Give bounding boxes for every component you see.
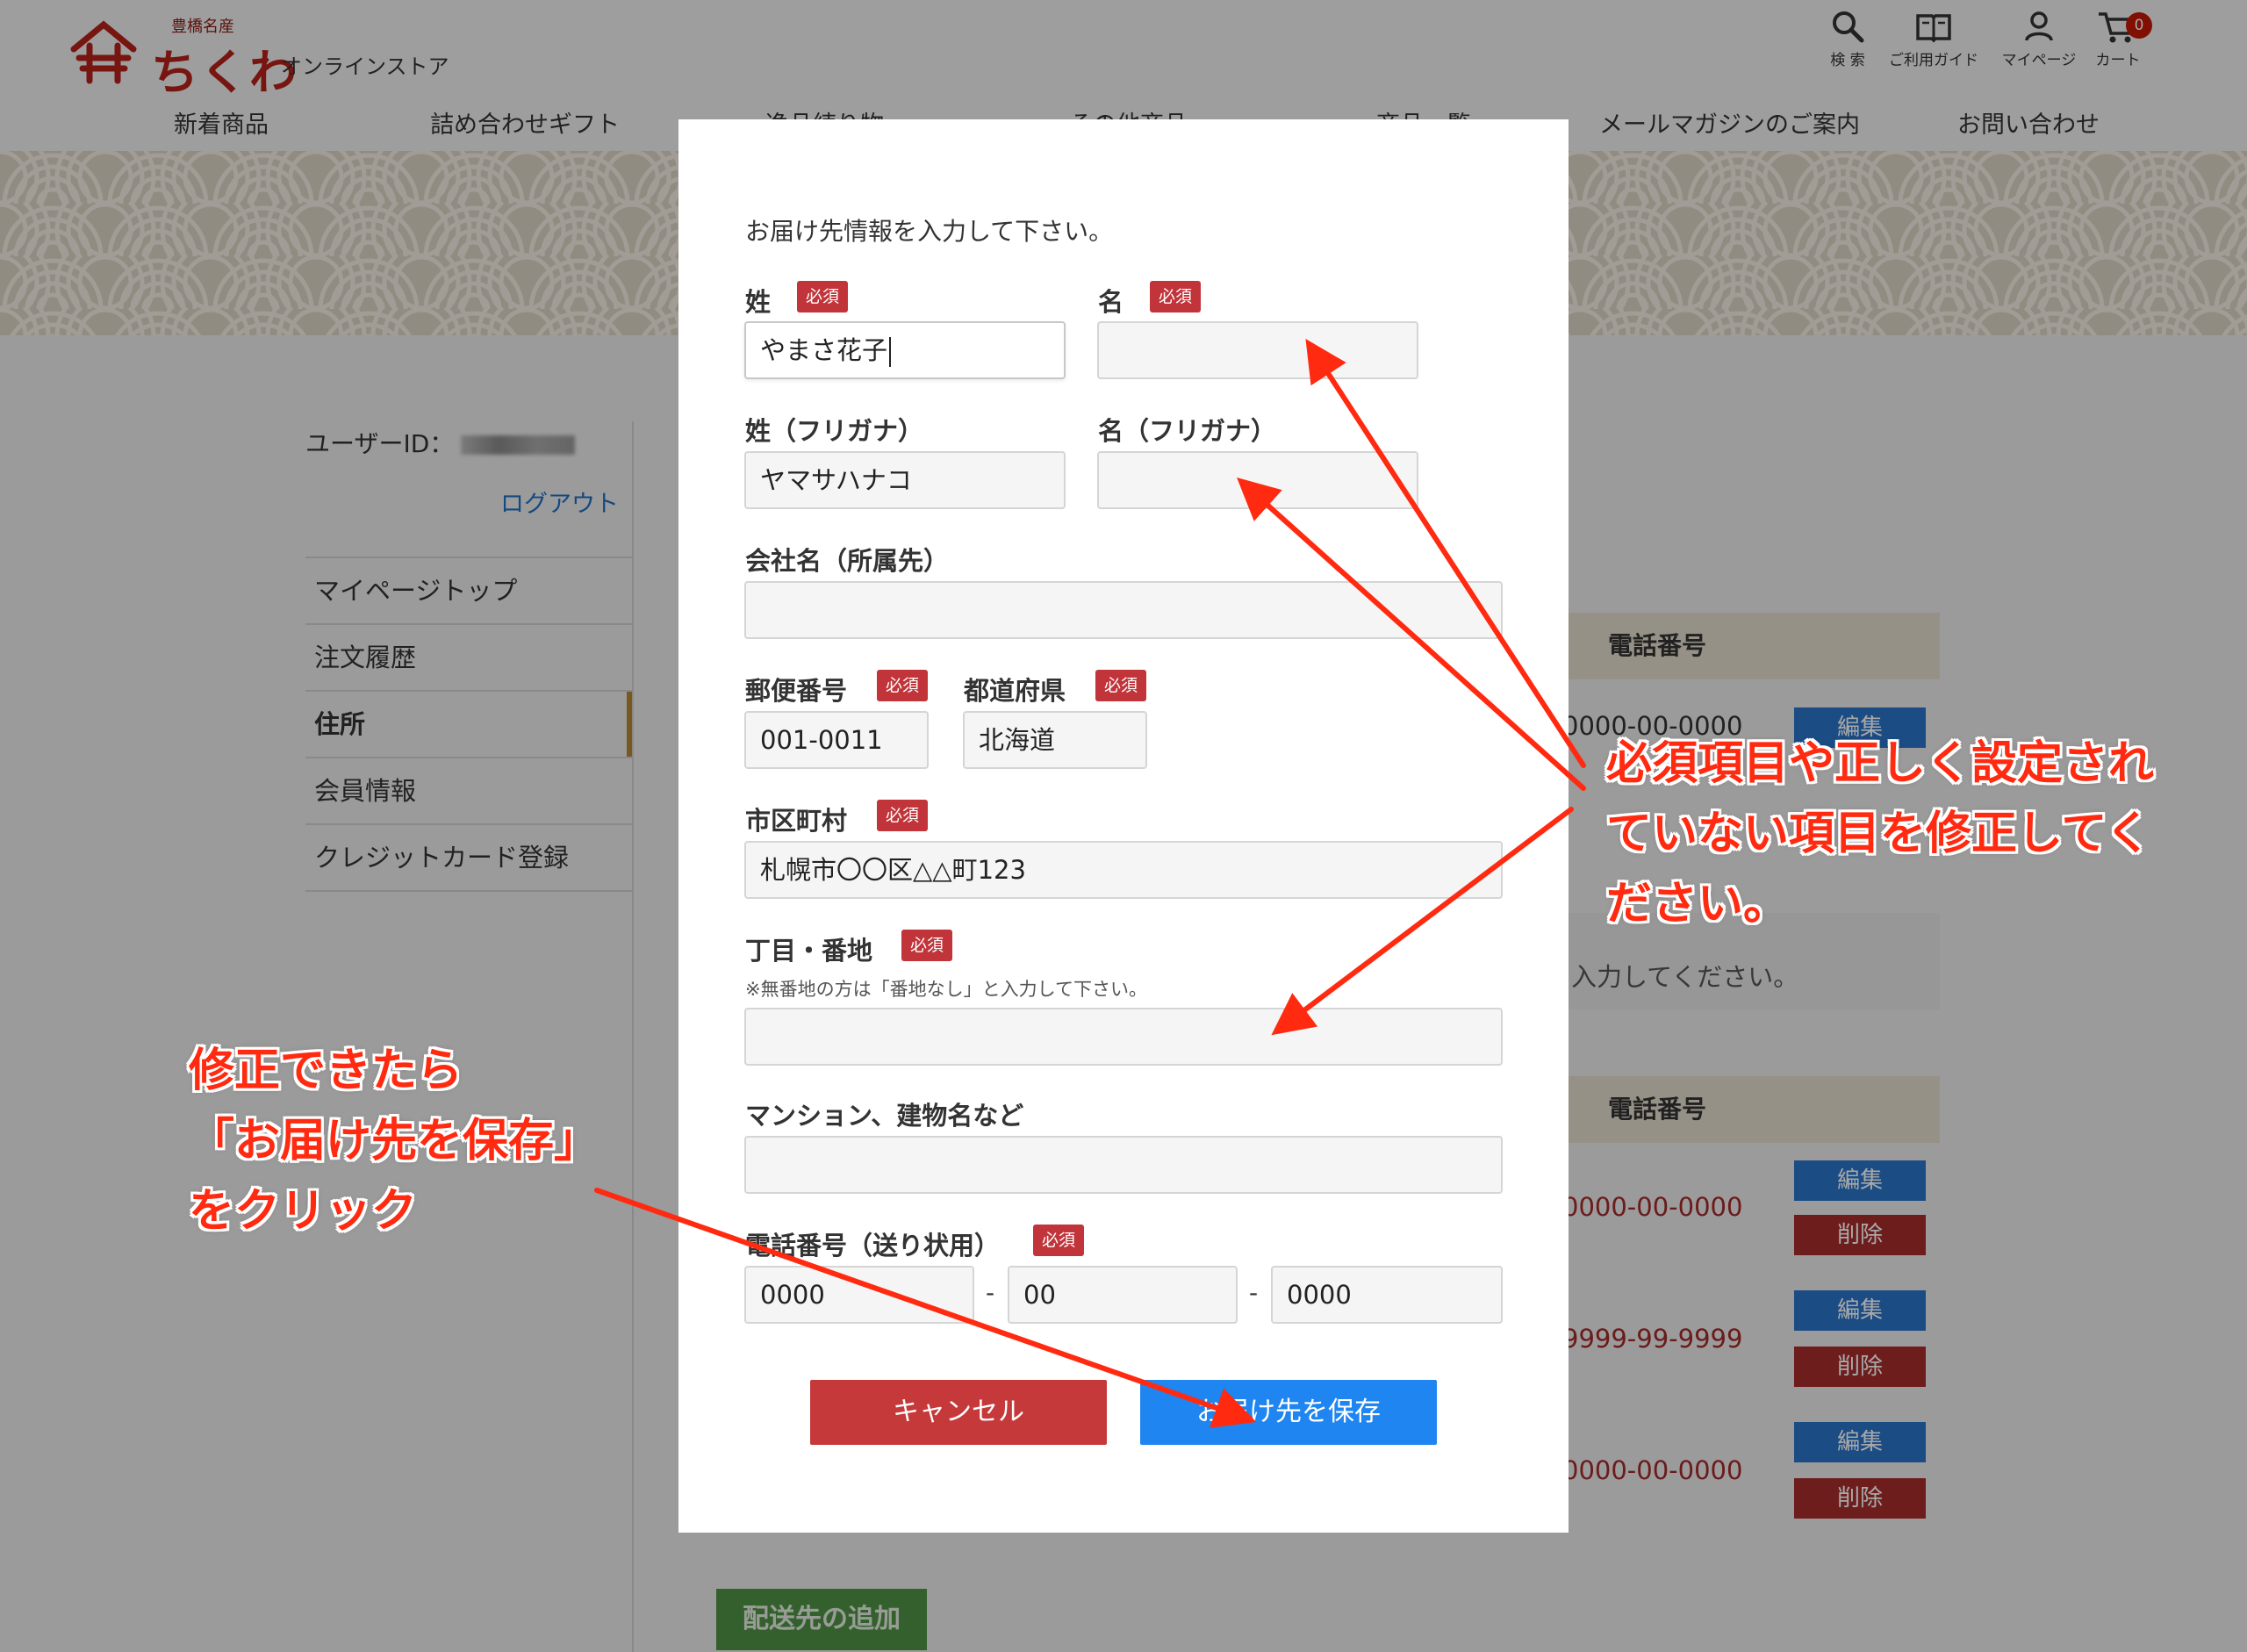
arrow-to-save bbox=[594, 1188, 1257, 1428]
annotation-line: 必須項目や正しく設定され bbox=[1606, 737, 2155, 790]
annotation-click-save: 修正できたら 「お届け先を保存」 をクリック bbox=[189, 1036, 599, 1246]
annotation-line: 「お届け先を保存」 bbox=[189, 1115, 600, 1167]
annotation-line: ていない項目を修正してく bbox=[1606, 808, 2151, 860]
arrow-to-block bbox=[1271, 807, 1574, 1036]
arrow-to-first-name bbox=[1305, 338, 1586, 768]
annotation-line: ださい。 bbox=[1606, 878, 1790, 930]
arrow-to-first-kana bbox=[1237, 477, 1586, 791]
annotation-line: 修正できたら bbox=[189, 1045, 463, 1097]
arrow-lines bbox=[594, 338, 1586, 1428]
annotation-line: をクリック bbox=[189, 1185, 418, 1238]
annotation-fix-required: 必須項目や正しく設定され ていない項目を修正してく ださい。 bbox=[1606, 729, 2154, 939]
